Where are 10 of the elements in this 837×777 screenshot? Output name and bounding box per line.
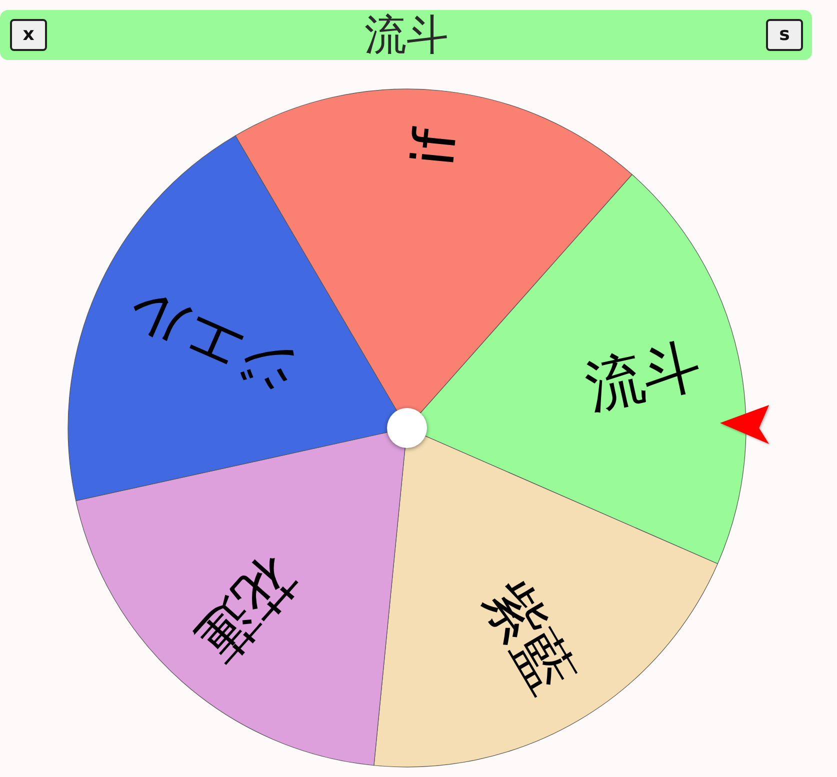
close-button[interactable]: x (10, 19, 47, 51)
result-title: 流斗 (364, 10, 448, 60)
segment-label: 紫藍 (470, 570, 588, 704)
pointer-icon (720, 405, 769, 444)
segment-label: if (398, 126, 470, 170)
segment-label: ジエル (118, 276, 308, 410)
hub-icon (387, 408, 427, 448)
segment-label: 流斗 (579, 330, 708, 422)
segment-label: 花蓮 (182, 543, 310, 675)
s-button[interactable]: s (766, 19, 803, 51)
